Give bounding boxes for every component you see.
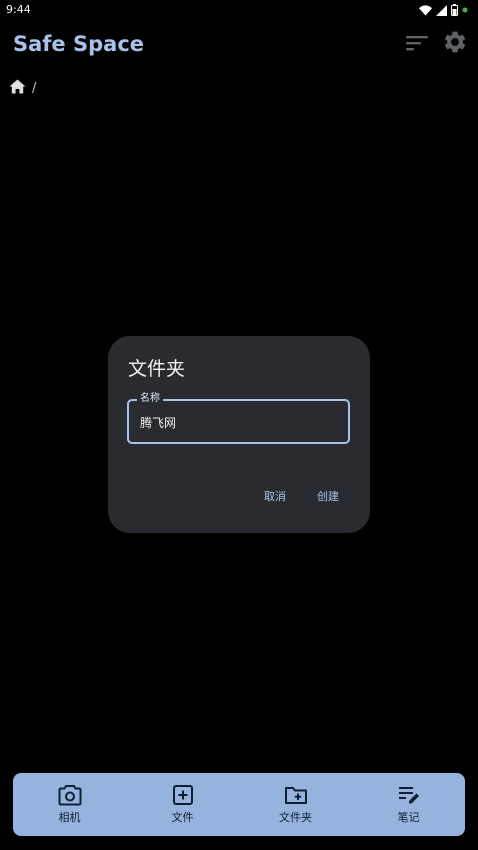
new-folder-dialog: 文件夹 名称 腾飞网 取消 创建 (108, 336, 370, 533)
cancel-button[interactable]: 取消 (260, 484, 290, 508)
privacy-dot-icon (462, 7, 468, 13)
battery-icon (451, 4, 458, 16)
status-bar: 9:44 (0, 0, 478, 20)
nav-label-folder: 文件夹 (279, 811, 312, 824)
add-note-button[interactable]: 笔记 (364, 784, 454, 825)
bottom-action-bar: 相机 文件 文件夹 笔记 (13, 773, 465, 836)
field-label: 名称 (137, 392, 163, 406)
add-box-icon (172, 784, 194, 806)
edit-note-icon (397, 784, 421, 806)
sort-button[interactable] (403, 31, 431, 59)
camera-button[interactable]: 相机 (25, 784, 115, 825)
wifi-icon (419, 4, 432, 16)
breadcrumb-separator: / (32, 80, 37, 96)
camera-icon (58, 784, 82, 806)
status-icons (419, 4, 468, 16)
nav-label-file: 文件 (171, 811, 194, 824)
app-bar: Safe Space (0, 24, 478, 66)
add-file-button[interactable]: 文件 (138, 784, 228, 825)
nav-label-camera: 相机 (58, 811, 81, 824)
status-time: 9:44 (6, 3, 31, 16)
cellular-icon (436, 4, 447, 16)
dialog-title: 文件夹 (128, 358, 186, 380)
nav-label-note: 笔记 (397, 811, 420, 824)
create-button[interactable]: 创建 (313, 484, 343, 508)
settings-button[interactable] (441, 30, 469, 58)
app-title: Safe Space (13, 32, 145, 56)
breadcrumb: / (9, 78, 36, 98)
settings-icon (442, 29, 468, 59)
folder-add-icon (284, 784, 308, 806)
folder-name-field[interactable]: 名称 腾飞网 (127, 392, 350, 444)
sort-icon (405, 33, 429, 57)
add-folder-button[interactable]: 文件夹 (251, 784, 341, 825)
home-icon[interactable] (9, 79, 26, 98)
folder-name-input[interactable]: 腾飞网 (140, 414, 176, 431)
